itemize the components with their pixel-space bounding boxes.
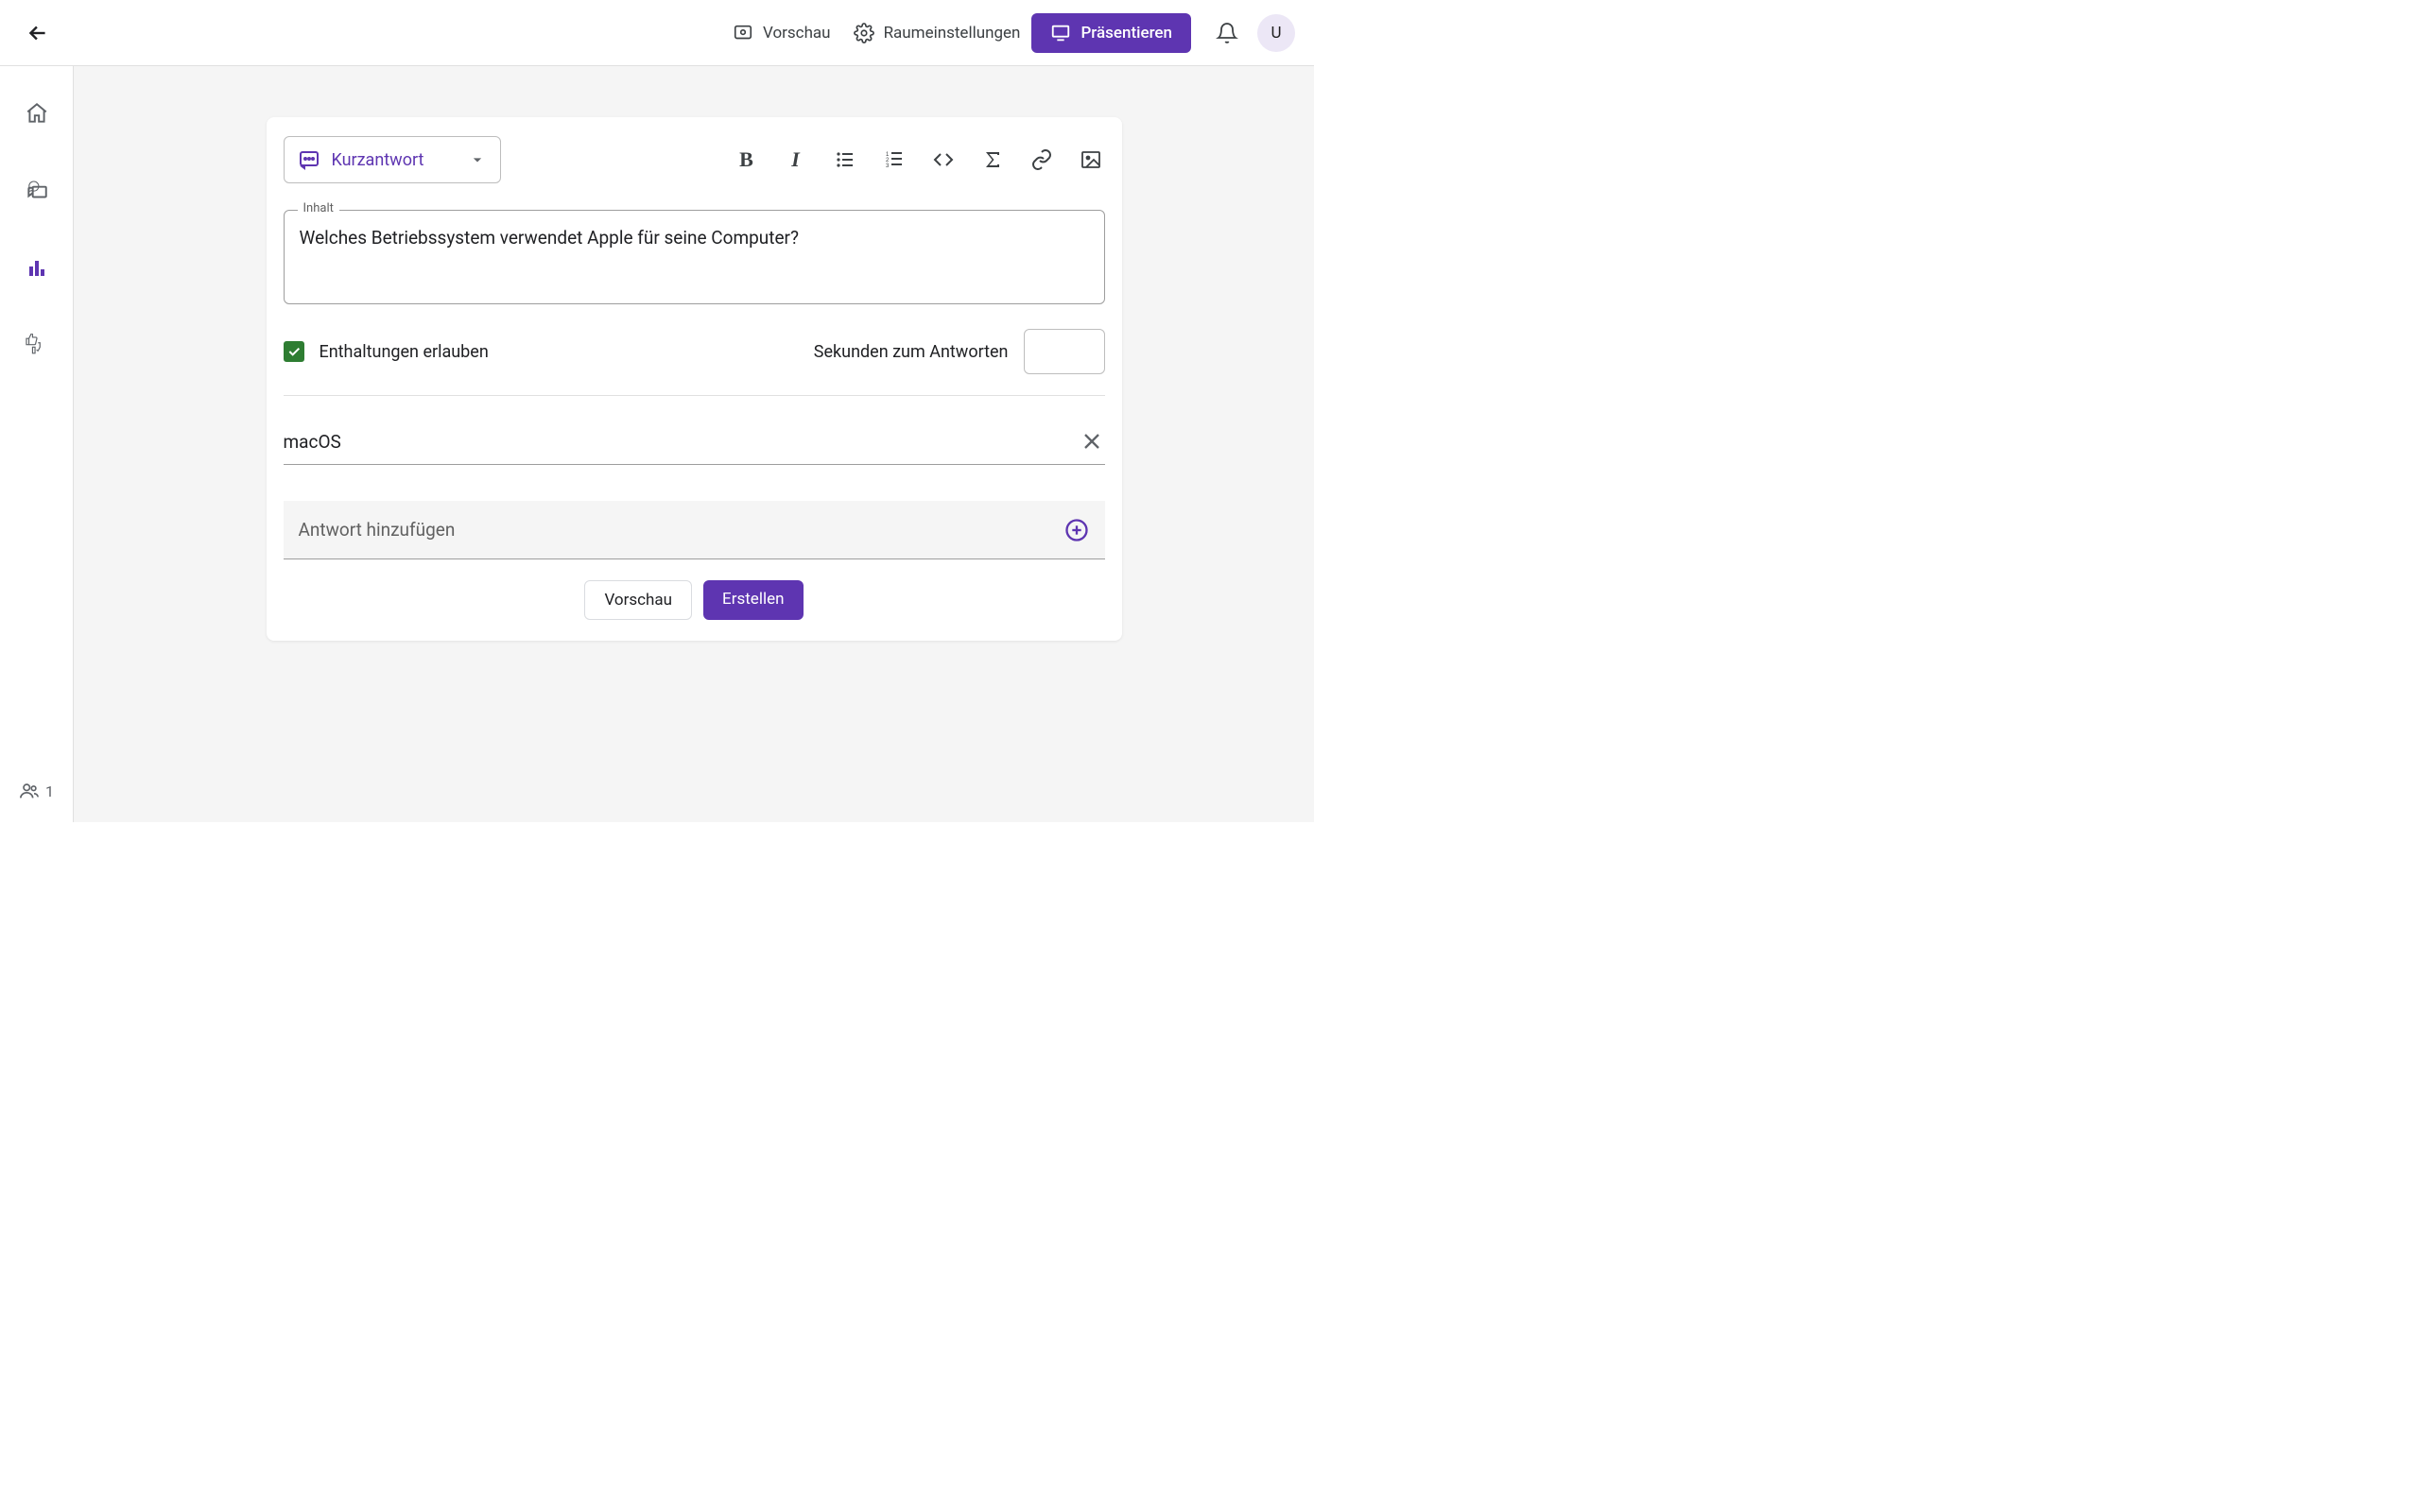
create-button[interactable]: Erstellen (703, 580, 803, 620)
short-answer-icon (298, 148, 320, 171)
content-field[interactable]: Inhalt Welches Betriebssystem verwendet … (284, 210, 1105, 304)
preview-button[interactable]: Vorschau (584, 580, 692, 620)
allow-abstain-label: Enthaltungen erlauben (320, 342, 489, 362)
image-button[interactable] (1077, 146, 1105, 174)
add-answer-field[interactable]: Antwort hinzufügen (284, 501, 1105, 559)
participants-count[interactable]: 1 (19, 781, 54, 801)
bar-chart-icon (26, 257, 48, 280)
question-type-label: Kurzantwort (332, 150, 424, 170)
sigma-icon (981, 148, 1004, 171)
arrow-left-icon (26, 21, 50, 45)
home-icon (25, 101, 49, 126)
back-button[interactable] (19, 14, 57, 52)
chevron-down-icon (468, 150, 487, 169)
preview-icon (733, 23, 753, 43)
svg-text:3: 3 (886, 163, 890, 169)
allow-abstain-checkbox[interactable] (284, 341, 304, 362)
seconds-input[interactable] (1024, 329, 1105, 374)
numbered-list-button[interactable]: 123 (880, 146, 908, 174)
top-header: Vorschau Raumeinstellungen Präsentieren … (0, 0, 1314, 66)
format-toolbar: B I 123 (733, 146, 1105, 174)
avatar-initial: U (1270, 24, 1281, 43)
italic-button[interactable]: I (782, 146, 810, 174)
bullet-list-icon (834, 148, 856, 171)
avatar[interactable]: U (1257, 14, 1295, 52)
header-settings-label: Raumeinstellungen (884, 24, 1021, 43)
seconds-label: Sekunden zum Antworten (814, 342, 1009, 362)
content-text[interactable]: Welches Betriebssystem verwendet Apple f… (300, 226, 1089, 277)
sidebar-polls[interactable] (16, 248, 58, 289)
header-settings-button[interactable]: Raumeinstellungen (842, 15, 1032, 51)
thumbs-icon (25, 334, 49, 358)
gear-icon (854, 23, 874, 43)
sidebar: 1 (0, 66, 74, 822)
people-icon (19, 781, 40, 801)
header-preview-label: Vorschau (763, 24, 831, 43)
participants-number: 1 (45, 782, 54, 800)
sidebar-qa[interactable] (16, 170, 58, 212)
chat-icon (25, 179, 49, 203)
sidebar-home[interactable] (16, 93, 58, 134)
link-button[interactable] (1028, 146, 1056, 174)
formula-button[interactable] (978, 146, 1007, 174)
present-button[interactable]: Präsentieren (1031, 13, 1191, 53)
notifications-button[interactable] (1206, 12, 1248, 54)
remove-answer-button[interactable] (1079, 428, 1105, 455)
code-button[interactable] (929, 146, 958, 174)
bell-icon (1216, 22, 1238, 44)
bullet-list-button[interactable] (831, 146, 859, 174)
add-answer-button[interactable] (1063, 517, 1090, 543)
question-editor-card: Kurzantwort B I 123 (267, 117, 1122, 641)
answer-row: macOS (284, 428, 1105, 465)
link-icon (1030, 148, 1053, 171)
content-legend: Inhalt (298, 201, 339, 215)
bold-button[interactable]: B (733, 146, 761, 174)
numbered-list-icon: 123 (883, 148, 906, 171)
code-icon (932, 148, 955, 171)
present-icon (1050, 23, 1071, 43)
answer-input[interactable]: macOS (284, 431, 1067, 453)
sidebar-feedback[interactable] (16, 325, 58, 367)
main-area: Kurzantwort B I 123 (74, 66, 1314, 822)
add-answer-placeholder: Antwort hinzufügen (299, 519, 1063, 541)
check-icon (286, 344, 302, 359)
present-label: Präsentieren (1080, 24, 1172, 43)
image-icon (1080, 148, 1102, 171)
question-type-select[interactable]: Kurzantwort (284, 136, 501, 183)
header-preview-button[interactable]: Vorschau (721, 15, 842, 51)
